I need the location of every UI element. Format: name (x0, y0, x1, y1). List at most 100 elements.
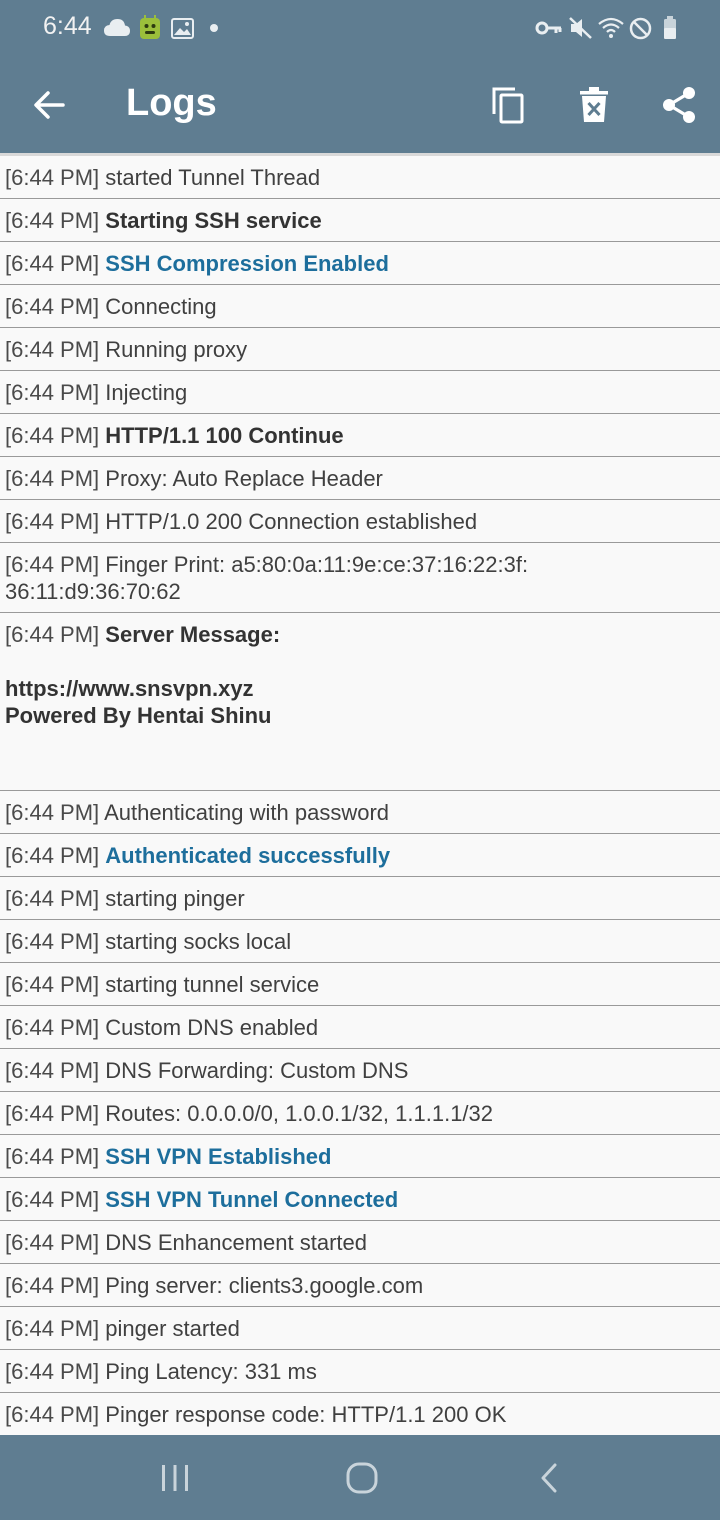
recents-icon (162, 1464, 188, 1491)
log-timestamp: [6:44 PM] (5, 509, 100, 534)
log-message: SSH VPN Established (105, 1144, 332, 1169)
log-row: [6:44 PM] pinger started (0, 1307, 720, 1350)
home-icon (346, 1462, 378, 1493)
back-icon (541, 1463, 557, 1492)
log-message: Authenticating with password (104, 800, 389, 825)
status-time: 6:44 (43, 12, 92, 40)
log-row: [6:44 PM] HTTP/1.1 100 Continue (0, 414, 720, 457)
log-timestamp: [6:44 PM] (5, 165, 100, 190)
log-row: [6:44 PM] SSH Compression Enabled (0, 242, 720, 285)
log-timestamp: [6:44 PM] (5, 1101, 100, 1126)
log-row: [6:44 PM] SSH VPN Tunnel Connected (0, 1178, 720, 1221)
log-timestamp: [6:44 PM] (5, 1402, 100, 1427)
log-timestamp: [6:44 PM] (5, 423, 100, 448)
log-timestamp: [6:44 PM] (5, 886, 100, 911)
log-message: Routes: 0.0.0.0/0, 1.0.0.1/32, 1.1.1.1/3… (105, 1101, 494, 1126)
log-message: Running proxy (105, 337, 248, 362)
log-row: [6:44 PM] Finger Print: a5:80:0a:11:9e:c… (0, 543, 720, 613)
log-message: Pinger response code: HTTP/1.1 200 OK (105, 1402, 507, 1427)
log-message: Injecting (105, 380, 188, 405)
log-row: [6:44 PM] Authenticating with password (0, 791, 720, 834)
android-badge-icon (137, 14, 163, 42)
log-row: [6:44 PM] Pinger response code: HTTP/1.1… (0, 1393, 720, 1435)
back-arrow-button[interactable] (13, 56, 85, 153)
log-message: started Tunnel Thread (105, 165, 321, 190)
delete-button[interactable] (558, 56, 630, 153)
log-timestamp: [6:44 PM] (5, 1144, 100, 1169)
log-list[interactable]: [6:44 PM] started Tunnel Thread [6:44 PM]… (0, 156, 720, 1435)
log-timestamp: [6:44 PM] (5, 1273, 100, 1298)
log-timestamp: [6:44 PM] (5, 337, 100, 362)
log-row: [6:44 PM] Ping Latency: 331 ms (0, 1350, 720, 1393)
log-message: Starting SSH service (105, 208, 322, 233)
image-icon (170, 14, 194, 42)
arrow-left-icon (34, 90, 65, 119)
log-timestamp: [6:44 PM] (5, 1230, 100, 1255)
log-row: [6:44 PM] Connecting (0, 285, 720, 328)
log-row: [6:44 PM] Routes: 0.0.0.0/0, 1.0.0.1/32,… (0, 1092, 720, 1135)
log-message: Proxy: Auto Replace Header (105, 466, 383, 491)
log-message: starting tunnel service (105, 972, 320, 997)
log-row: [6:44 PM] Proxy: Auto Replace Header (0, 457, 720, 500)
log-row: [6:44 PM] Injecting (0, 371, 720, 414)
toolbar: Logs (0, 56, 720, 153)
log-timestamp: [6:44 PM] (5, 1187, 100, 1212)
back-button[interactable] (489, 1435, 609, 1520)
log-timestamp: [6:44 PM] (5, 208, 100, 233)
log-timestamp: [6:44 PM] (5, 622, 100, 647)
dot-icon (208, 14, 220, 42)
delete-icon (580, 86, 608, 122)
app-bar: 6:44 Logs (0, 0, 720, 153)
log-row: [6:44 PM] Starting SSH service (0, 199, 720, 242)
home-button[interactable] (302, 1435, 422, 1520)
log-timestamp: [6:44 PM] (5, 466, 100, 491)
page-title: Logs (126, 82, 217, 124)
vpn-key-icon (534, 14, 562, 42)
log-timestamp: [6:44 PM] (5, 380, 100, 405)
log-row: [6:44 PM] Custom DNS enabled (0, 1006, 720, 1049)
do-not-disturb-icon (628, 14, 652, 42)
log-row: [6:44 PM] Authenticated successfully (0, 834, 720, 877)
log-row: [6:44 PM] Running proxy (0, 328, 720, 371)
log-row: [6:44 PM] started Tunnel Thread (0, 156, 720, 199)
log-message: Connecting (105, 294, 217, 319)
log-row: [6:44 PM] SSH VPN Established (0, 1135, 720, 1178)
log-message: Ping Latency: 331 ms (105, 1359, 317, 1384)
log-message: SSH Compression Enabled (105, 251, 389, 276)
log-message: DNS Enhancement started (105, 1230, 367, 1255)
share-button[interactable] (643, 56, 715, 153)
log-row: [6:44 PM] DNS Forwarding: Custom DNS (0, 1049, 720, 1092)
log-message: Authenticated successfully (105, 843, 391, 868)
log-timestamp: [6:44 PM] (5, 843, 100, 868)
log-message: SSH VPN Tunnel Connected (105, 1187, 399, 1212)
copy-button[interactable] (472, 56, 544, 153)
status-bar: 6:44 (0, 0, 720, 56)
log-message: starting pinger (105, 886, 245, 911)
log-message: DNS Forwarding: Custom DNS (105, 1058, 409, 1083)
log-row: [6:44 PM] starting pinger (0, 877, 720, 920)
navigation-bar (0, 1435, 720, 1520)
log-message: starting socks local (105, 929, 292, 954)
log-timestamp: [6:44 PM] (5, 972, 100, 997)
log-timestamp: [6:44 PM] (5, 552, 100, 577)
log-timestamp: [6:44 PM] (5, 800, 100, 825)
log-message: pinger started (105, 1316, 240, 1341)
log-row: [6:44 PM] Server Message: https://www.sn… (0, 613, 720, 791)
log-row: [6:44 PM] starting tunnel service (0, 963, 720, 1006)
recents-button[interactable] (115, 1435, 235, 1520)
log-timestamp: [6:44 PM] (5, 294, 100, 319)
battery-icon (662, 14, 678, 42)
mute-icon (567, 14, 593, 42)
log-message: Ping server: clients3.google.com (105, 1273, 424, 1298)
log-timestamp: [6:44 PM] (5, 251, 100, 276)
log-timestamp: [6:44 PM] (5, 929, 100, 954)
log-row: [6:44 PM] Ping server: clients3.google.c… (0, 1264, 720, 1307)
log-timestamp: [6:44 PM] (5, 1316, 100, 1341)
log-timestamp: [6:44 PM] (5, 1015, 100, 1040)
log-row: [6:44 PM] starting socks local (0, 920, 720, 963)
log-timestamp: [6:44 PM] (5, 1359, 100, 1384)
log-timestamp: [6:44 PM] (5, 1058, 100, 1083)
log-row: [6:44 PM] HTTP/1.0 200 Connection establ… (0, 500, 720, 543)
cloud-icon (103, 14, 131, 42)
log-row: [6:44 PM] DNS Enhancement started (0, 1221, 720, 1264)
